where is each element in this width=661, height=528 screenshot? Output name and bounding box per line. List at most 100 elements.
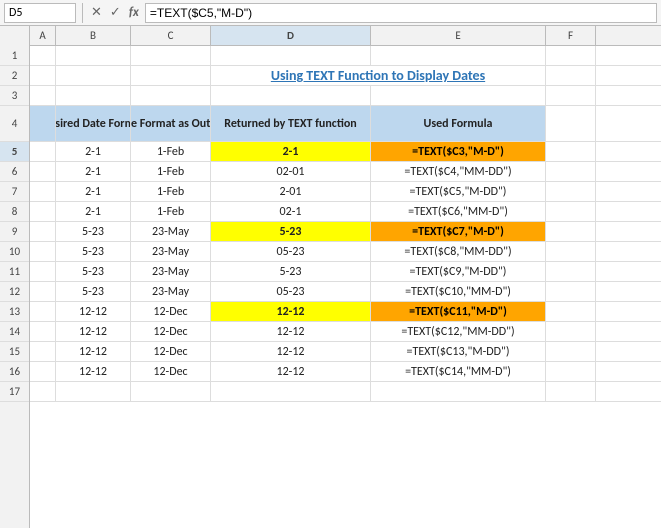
row-header-3[interactable]: 3 [0, 86, 29, 106]
cell-f10[interactable] [546, 242, 596, 261]
row-header-9[interactable]: 9 [0, 222, 29, 242]
col-header-e[interactable]: E [371, 26, 546, 45]
cell-c12[interactable]: 23-May [131, 282, 211, 301]
cell-f13[interactable] [546, 302, 596, 321]
cell-e6[interactable]: =TEXT($C4,"MM-DD") [371, 162, 546, 181]
cell-b1[interactable] [56, 46, 131, 65]
formula-input[interactable] [145, 3, 657, 23]
cell-b8[interactable]: 2-1 [56, 202, 131, 221]
cancel-icon[interactable]: ✕ [89, 5, 104, 20]
row-header-15[interactable]: 15 [0, 342, 29, 362]
cell-d14[interactable]: 12-12 [211, 322, 371, 341]
cell-reference-box[interactable]: D5 [4, 3, 76, 23]
cell-b5[interactable]: 2-1 [56, 142, 131, 161]
cell-a10[interactable] [30, 242, 56, 261]
cell-f5[interactable] [546, 142, 596, 161]
cell-e11[interactable]: =TEXT($C9,"M-DD") [371, 262, 546, 281]
cell-c8[interactable]: 1-Feb [131, 202, 211, 221]
cell-e16[interactable]: =TEXT($C14,"MM-D") [371, 362, 546, 381]
cell-a3[interactable] [30, 86, 56, 105]
cell-e5[interactable]: =TEXT($C3,"M-D") [371, 142, 546, 161]
cell-a14[interactable] [30, 322, 56, 341]
cell-a2[interactable] [30, 66, 56, 85]
col-header-b[interactable]: B [56, 26, 131, 45]
confirm-icon[interactable]: ✓ [108, 5, 123, 20]
cell-e10[interactable]: =TEXT($C8,"MM-DD") [371, 242, 546, 261]
cell-b2[interactable] [56, 66, 131, 85]
cell-a5[interactable] [30, 142, 56, 161]
cell-c16[interactable]: 12-Dec [131, 362, 211, 381]
cell-e3[interactable] [371, 86, 546, 105]
cell-d6[interactable]: 02-01 [211, 162, 371, 181]
cell-b7[interactable]: 2-1 [56, 182, 131, 201]
cell-d3[interactable] [211, 86, 371, 105]
cell-e17[interactable] [371, 382, 546, 401]
cell-f7[interactable] [546, 182, 596, 201]
cell-e4[interactable]: Used Formula [371, 106, 546, 141]
cell-d7[interactable]: 2-01 [211, 182, 371, 201]
cell-d2-title[interactable]: Using TEXT Function to Display Dates [211, 66, 546, 85]
cell-d16[interactable]: 12-12 [211, 362, 371, 381]
cell-e8[interactable]: =TEXT($C6,"MM-D") [371, 202, 546, 221]
row-header-5[interactable]: 5 [0, 142, 29, 162]
cell-c9[interactable]: 23-May [131, 222, 211, 241]
cell-e7[interactable]: =TEXT($C5,"M-DD") [371, 182, 546, 201]
cell-b17[interactable] [56, 382, 131, 401]
row-header-16[interactable]: 16 [0, 362, 29, 382]
cell-a6[interactable] [30, 162, 56, 181]
cell-a11[interactable] [30, 262, 56, 281]
row-header-4[interactable]: 4 [0, 106, 29, 142]
cell-d4[interactable]: Returned by TEXT function [211, 106, 371, 141]
insert-function-icon[interactable]: fx [127, 5, 141, 20]
cell-b13[interactable]: 12-12 [56, 302, 131, 321]
cell-c13[interactable]: 12-Dec [131, 302, 211, 321]
cell-d13[interactable]: 12-12 [211, 302, 371, 321]
cell-d17[interactable] [211, 382, 371, 401]
cell-f16[interactable] [546, 362, 596, 381]
row-header-10[interactable]: 10 [0, 242, 29, 262]
cell-f8[interactable] [546, 202, 596, 221]
cell-a13[interactable] [30, 302, 56, 321]
cell-e14[interactable]: =TEXT($C12,"MM-DD") [371, 322, 546, 341]
cell-f15[interactable] [546, 342, 596, 361]
cell-c5[interactable]: 1-Feb [131, 142, 211, 161]
row-header-1[interactable]: 1 [0, 46, 29, 66]
cell-d5[interactable]: 2-1 [211, 142, 371, 161]
cell-a15[interactable] [30, 342, 56, 361]
col-header-c[interactable]: C [131, 26, 211, 45]
cell-c15[interactable]: 12-Dec [131, 342, 211, 361]
cell-c17[interactable] [131, 382, 211, 401]
cell-d9[interactable]: 5-23 [211, 222, 371, 241]
row-header-8[interactable]: 8 [0, 202, 29, 222]
cell-d1[interactable] [211, 46, 371, 65]
cell-a9[interactable] [30, 222, 56, 241]
cell-a17[interactable] [30, 382, 56, 401]
cell-c7[interactable]: 1-Feb [131, 182, 211, 201]
cell-d15[interactable]: 12-12 [211, 342, 371, 361]
cell-b9[interactable]: 5-23 [56, 222, 131, 241]
cell-e13[interactable]: =TEXT($C11,"M-D") [371, 302, 546, 321]
row-header-11[interactable]: 11 [0, 262, 29, 282]
row-header-2[interactable]: 2 [0, 66, 29, 86]
col-header-d[interactable]: D [211, 26, 371, 45]
row-header-14[interactable]: 14 [0, 322, 29, 342]
cell-b4[interactable]: Desired Date Format [56, 106, 131, 141]
cell-a12[interactable] [30, 282, 56, 301]
cell-b15[interactable]: 12-12 [56, 342, 131, 361]
cell-b10[interactable]: 5-23 [56, 242, 131, 261]
cell-b12[interactable]: 5-23 [56, 282, 131, 301]
cell-f1[interactable] [546, 46, 596, 65]
cell-c2[interactable] [131, 66, 211, 85]
cell-e15[interactable]: =TEXT($C13,"M-DD") [371, 342, 546, 361]
cell-e1[interactable] [371, 46, 546, 65]
row-header-7[interactable]: 7 [0, 182, 29, 202]
cell-a8[interactable] [30, 202, 56, 221]
cell-f9[interactable] [546, 222, 596, 241]
row-header-13[interactable]: 13 [0, 302, 29, 322]
cell-f17[interactable] [546, 382, 596, 401]
cell-b14[interactable]: 12-12 [56, 322, 131, 341]
cell-c14[interactable]: 12-Dec [131, 322, 211, 341]
cell-c3[interactable] [131, 86, 211, 105]
cell-f6[interactable] [546, 162, 596, 181]
cell-d12[interactable]: 05-23 [211, 282, 371, 301]
